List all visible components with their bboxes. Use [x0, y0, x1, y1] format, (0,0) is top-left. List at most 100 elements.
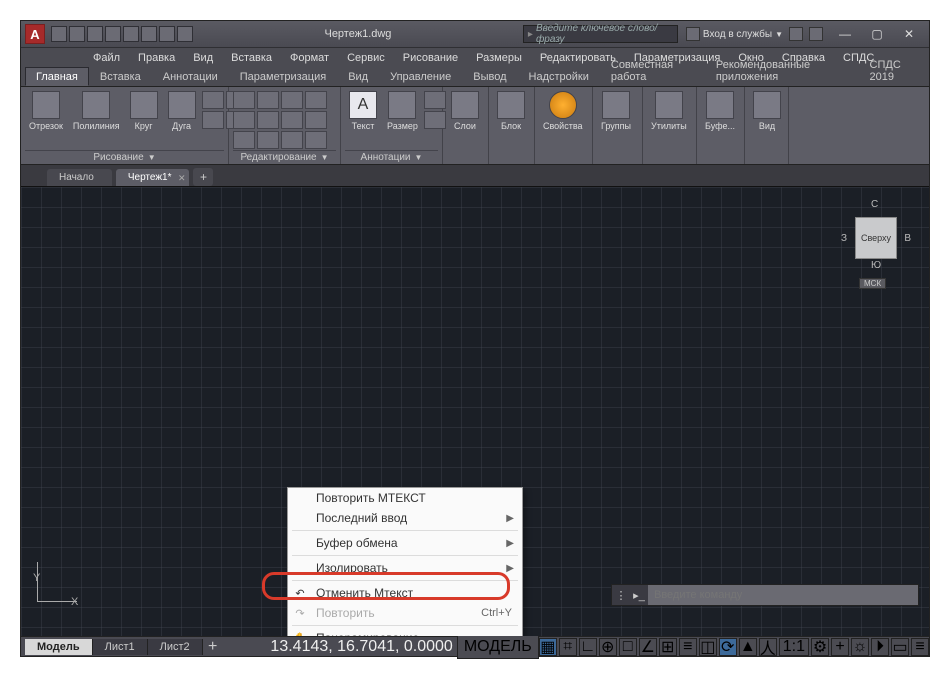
- array-icon[interactable]: [281, 131, 303, 149]
- menu-tools[interactable]: Сервис: [339, 50, 393, 66]
- snap-toggle-icon[interactable]: ⌗: [559, 638, 577, 656]
- workspace-icon[interactable]: ⚙: [811, 638, 829, 656]
- rotate-icon[interactable]: [257, 91, 279, 109]
- ribbon-tab-home[interactable]: Главная: [25, 67, 89, 86]
- minimize-button[interactable]: —: [829, 23, 861, 45]
- ctx-undo[interactable]: ↶Отменить Мтекст: [288, 583, 522, 603]
- copy-icon[interactable]: [233, 111, 255, 129]
- panel-expand-icon[interactable]: ▼: [148, 153, 156, 162]
- scale-icon[interactable]: [257, 131, 279, 149]
- menu-draw[interactable]: Рисование: [395, 50, 466, 66]
- ribbon-tab-parametric[interactable]: Параметризация: [229, 67, 337, 86]
- maximize-button[interactable]: ▢: [861, 23, 893, 45]
- ribbon-tab-spds[interactable]: СПДС 2019: [859, 55, 929, 86]
- ribbon-tab-featured[interactable]: Рекомендованные приложения: [705, 55, 859, 86]
- circle-button[interactable]: Круг: [126, 89, 162, 150]
- qat-print-icon[interactable]: [123, 26, 139, 42]
- vc-top-face[interactable]: Сверху: [855, 217, 897, 259]
- text-button[interactable]: AТекст: [345, 89, 381, 150]
- transparency-icon[interactable]: ◫: [699, 638, 717, 656]
- hatch-icon[interactable]: [202, 111, 224, 129]
- ribbon-tab-view[interactable]: Вид: [337, 67, 379, 86]
- utilities-button[interactable]: Утилиты: [647, 89, 691, 164]
- groups-button[interactable]: Группы: [597, 89, 635, 164]
- layers-button[interactable]: Слои: [447, 89, 483, 164]
- vc-wcs-label[interactable]: МСК: [859, 278, 886, 289]
- erase-icon[interactable]: [305, 91, 327, 109]
- lineweight-icon[interactable]: ≡: [679, 638, 697, 656]
- qat-new-icon[interactable]: [51, 26, 67, 42]
- vc-west[interactable]: З: [841, 233, 847, 244]
- layout-model[interactable]: Модель: [25, 639, 93, 655]
- block-button[interactable]: Блок: [493, 89, 529, 164]
- polar-toggle-icon[interactable]: ⊕: [599, 638, 617, 656]
- ctx-pan[interactable]: ✋Панорамирование: [288, 628, 522, 636]
- start-tab[interactable]: Начало: [47, 169, 112, 186]
- model-space-toggle[interactable]: МОДЕЛЬ: [457, 635, 539, 659]
- menu-format[interactable]: Формат: [282, 50, 337, 66]
- ribbon-tab-collaborate[interactable]: Совместная работа: [600, 55, 705, 86]
- osnap-toggle-icon[interactable]: □: [619, 638, 637, 656]
- hwaccel-icon[interactable]: ⏵: [871, 638, 889, 656]
- otrack-toggle-icon[interactable]: ∠: [639, 638, 657, 656]
- layout-sheet2[interactable]: Лист2: [148, 639, 203, 655]
- grid-toggle-icon[interactable]: ▦: [539, 638, 557, 656]
- qat-redo-icon[interactable]: [159, 26, 175, 42]
- clipboard-button[interactable]: Буфе...: [701, 89, 739, 164]
- command-input[interactable]: [648, 585, 918, 605]
- rect-icon[interactable]: [202, 91, 224, 109]
- selection-cycling-icon[interactable]: ⟳: [719, 638, 737, 656]
- vc-south[interactable]: Ю: [871, 260, 881, 271]
- view-button[interactable]: Вид: [749, 89, 785, 164]
- ortho-toggle-icon[interactable]: ∟: [579, 638, 597, 656]
- annoscale-value[interactable]: 1:1: [779, 638, 809, 656]
- ctx-clipboard[interactable]: Буфер обмена▶: [288, 533, 522, 553]
- ctx-isolate[interactable]: Изолировать▶: [288, 558, 522, 578]
- qat-open-icon[interactable]: [69, 26, 85, 42]
- properties-button[interactable]: Свойства: [539, 89, 587, 164]
- cleanscreen-icon[interactable]: ▭: [891, 638, 909, 656]
- stretch-icon[interactable]: [233, 131, 255, 149]
- 3dosnap-icon[interactable]: ▲: [739, 638, 757, 656]
- sign-in-button[interactable]: Вход в службы ▼: [686, 27, 783, 41]
- ctx-repeat[interactable]: Повторить МТЕКСТ: [288, 488, 522, 508]
- menu-file[interactable]: Файл: [85, 50, 128, 66]
- search-input[interactable]: ▸ Введите ключевое слово/фразу: [523, 25, 678, 43]
- ribbon-tab-output[interactable]: Вывод: [462, 67, 517, 86]
- explode-icon[interactable]: [305, 111, 327, 129]
- fillet-icon[interactable]: [281, 111, 303, 129]
- layout-sheet1[interactable]: Лист1: [93, 639, 148, 655]
- qat-save-icon[interactable]: [87, 26, 103, 42]
- new-tab-button[interactable]: +: [193, 168, 213, 186]
- ribbon-tab-addins[interactable]: Надстройки: [518, 67, 600, 86]
- menu-view[interactable]: Вид: [185, 50, 221, 66]
- vc-north[interactable]: С: [871, 199, 878, 210]
- ribbon-tab-annotate[interactable]: Аннотации: [152, 67, 229, 86]
- move-icon[interactable]: [233, 91, 255, 109]
- vc-east[interactable]: В: [904, 233, 911, 244]
- layout-add-button[interactable]: +: [203, 638, 223, 656]
- arc-button[interactable]: Дуга: [164, 89, 200, 150]
- polyline-button[interactable]: Полилиния: [69, 89, 124, 150]
- help-icon[interactable]: [809, 27, 823, 41]
- ribbon-tab-manage[interactable]: Управление: [379, 67, 462, 86]
- customize-icon[interactable]: ≡: [911, 638, 929, 656]
- panel-expand-icon[interactable]: ▼: [415, 153, 423, 162]
- panel-expand-icon[interactable]: ▼: [321, 153, 329, 162]
- offset-icon[interactable]: [305, 131, 327, 149]
- ribbon-tab-insert[interactable]: Вставка: [89, 67, 152, 86]
- view-cube[interactable]: С З Сверху В Ю МСК: [841, 199, 911, 279]
- qat-undo-icon[interactable]: [141, 26, 157, 42]
- line-button[interactable]: Отрезок: [25, 89, 67, 150]
- dimension-button[interactable]: Размер: [383, 89, 422, 150]
- drawing-canvas[interactable]: С З Сверху В Ю МСК Y X Повторить МТЕКСТ …: [21, 187, 929, 636]
- menu-insert[interactable]: Вставка: [223, 50, 280, 66]
- isolate-icon[interactable]: ☼: [851, 638, 869, 656]
- menu-edit[interactable]: Правка: [130, 50, 183, 66]
- drawing-tab[interactable]: Чертеж1*✕: [116, 169, 190, 186]
- ctx-recent-input[interactable]: Последний ввод▶: [288, 508, 522, 528]
- app-exchange-icon[interactable]: [789, 27, 803, 41]
- qat-saveas-icon[interactable]: [105, 26, 121, 42]
- menu-dimension[interactable]: Размеры: [468, 50, 530, 66]
- mirror-icon[interactable]: [257, 111, 279, 129]
